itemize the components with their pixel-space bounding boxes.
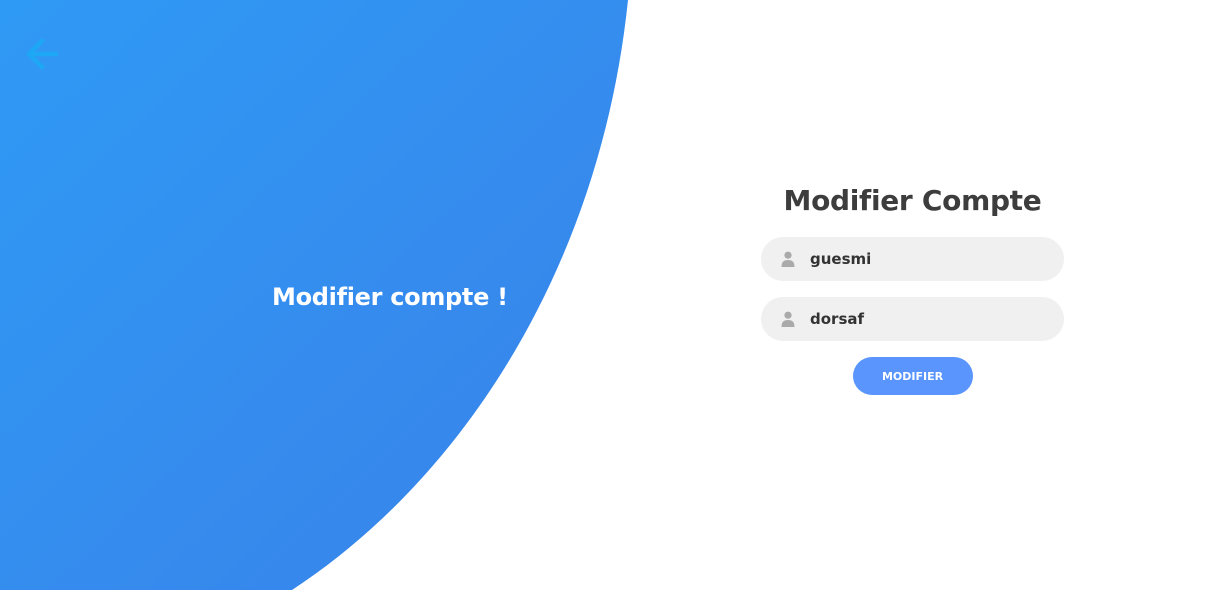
first-name-input[interactable] bbox=[810, 310, 1030, 328]
last-name-input[interactable] bbox=[810, 250, 1030, 268]
page: Modifier compte ! Modifier Compte MODIFI… bbox=[0, 0, 1216, 590]
modify-button[interactable]: MODIFIER bbox=[852, 357, 973, 395]
first-name-field[interactable] bbox=[761, 297, 1064, 341]
form-title: Modifier Compte bbox=[783, 184, 1042, 217]
edit-account-form: Modifier Compte MODIFIER bbox=[761, 180, 1064, 395]
user-icon bbox=[781, 311, 795, 327]
back-button[interactable] bbox=[24, 36, 60, 72]
user-icon bbox=[781, 251, 795, 267]
left-panel-title: Modifier compte ! bbox=[272, 283, 508, 311]
last-name-field[interactable] bbox=[761, 237, 1064, 281]
arrow-left-icon bbox=[26, 38, 59, 70]
